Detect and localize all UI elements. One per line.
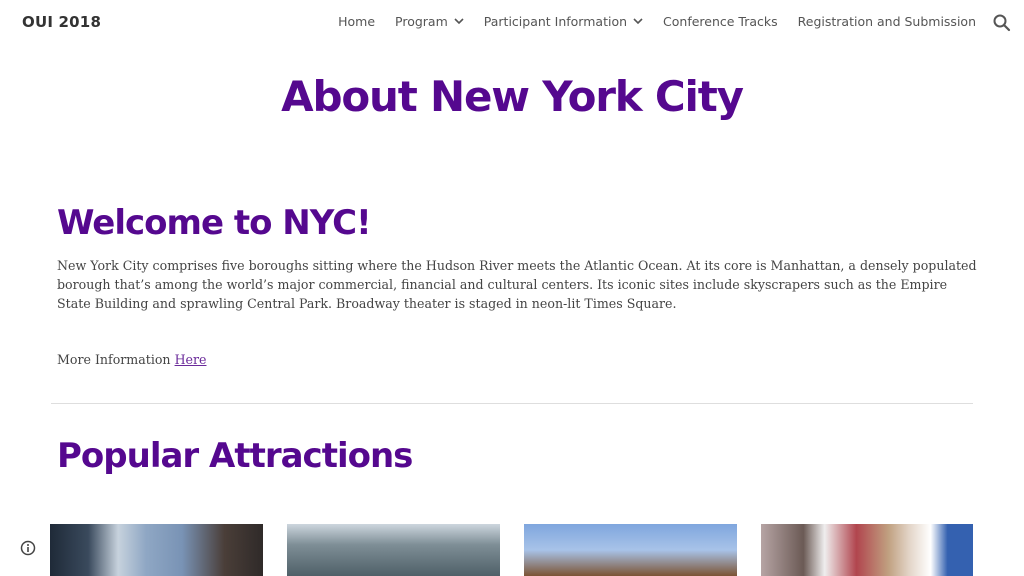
info-icon[interactable] [20,540,36,556]
attraction-image-brooklyn-bridge[interactable] [524,524,737,576]
main-nav: Home Program Participant Information Con… [318,14,976,29]
nav-label: Program [395,14,448,29]
chevron-down-icon [633,18,643,25]
welcome-paragraph: New York City comprises five boroughs si… [57,258,977,311]
section-divider [51,403,973,404]
more-information: More Information Here [57,352,206,367]
chevron-down-icon [454,18,464,25]
nav-label: Participant Information [483,14,628,29]
nav-item-conference-tracks[interactable]: Conference Tracks [663,14,778,29]
top-bar: OUI 2018 Home Program Participant Inform… [0,0,1024,46]
nav-label: Home [338,14,376,29]
attraction-image-chinatown[interactable] [761,524,973,576]
nav-item-program[interactable]: Program [395,14,464,29]
nav-label: Registration and Submission [797,14,976,29]
attraction-image-skyscrapers[interactable] [50,524,263,576]
nav-item-registration-and-submission[interactable]: Registration and Submission [798,14,976,29]
nav-label: Conference Tracks [663,14,778,29]
page-title: About New York City [281,72,744,121]
nav-item-participant-information[interactable]: Participant Information [484,14,643,29]
attraction-image-arch[interactable] [287,524,500,576]
nav-item-home[interactable]: Home [338,14,375,29]
welcome-heading: Welcome to NYC! [57,203,372,243]
more-information-link[interactable]: Here [175,352,207,367]
site-title[interactable]: OUI 2018 [22,13,101,31]
search-icon[interactable] [992,13,1012,33]
attractions-heading: Popular Attractions [57,436,413,476]
more-information-label: More Information [57,352,171,367]
